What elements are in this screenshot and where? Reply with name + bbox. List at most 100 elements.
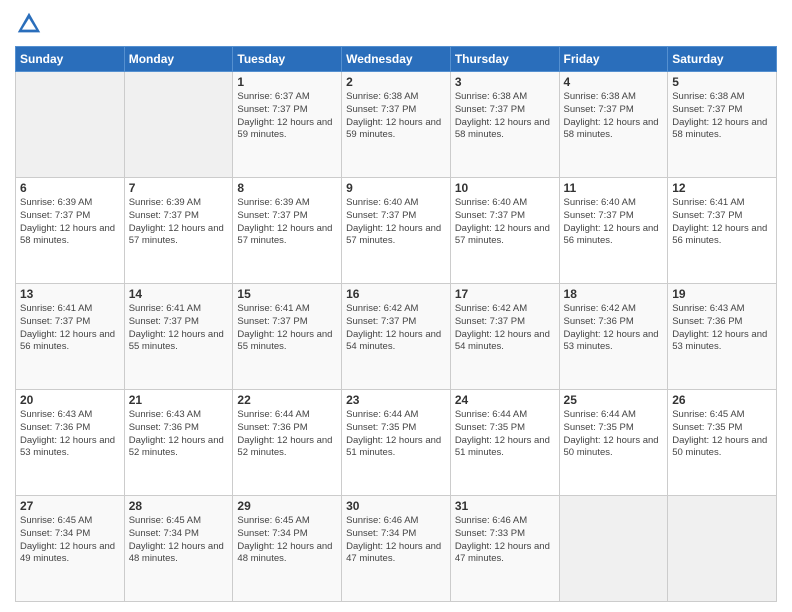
calendar-cell: 21 Sunrise: 6:43 AM Sunset: 7:36 PM Dayli… (124, 390, 233, 496)
day-number: 30 (346, 499, 446, 513)
calendar-cell: 25Sunrise: 6:44 AM Sunset: 7:35 PM Dayli… (559, 390, 668, 496)
calendar-cell: 3Sunrise: 6:38 AM Sunset: 7:37 PM Daylig… (450, 72, 559, 178)
day-info: Sunrise: 6:38 AM Sunset: 7:37 PM Dayligh… (672, 91, 772, 142)
calendar-header: SundayMondayTuesdayWednesdayThursdayFrid… (16, 47, 777, 72)
day-number: 19 (672, 287, 772, 301)
day-info: Sunrise: 6:45 AM Sunset: 7:34 PM Dayligh… (237, 515, 337, 566)
day-info: Sunrise: 6:41 AM Sunset: 7:37 PM Dayligh… (129, 303, 229, 354)
day-number: 13 (20, 287, 120, 301)
day-info: Sunrise: 6:44 AM Sunset: 7:35 PM Dayligh… (455, 409, 555, 460)
day-info: Sunrise: 6:41 AM Sunset: 7:37 PM Dayligh… (672, 197, 772, 248)
calendar-cell: 7Sunrise: 6:39 AM Sunset: 7:37 PM Daylig… (124, 178, 233, 284)
day-number: 29 (237, 499, 337, 513)
calendar-body: 1 Sunrise: 6:37 AM Sunset: 7:37 PM Daylig… (16, 72, 777, 602)
day-info: Sunrise: 6:43 AM Sunset: 7:36 PM Dayligh… (129, 409, 229, 460)
calendar-week-4: 20 Sunrise: 6:43 AM Sunset: 7:36 PM Dayli… (16, 390, 777, 496)
calendar-week-1: 1 Sunrise: 6:37 AM Sunset: 7:37 PM Daylig… (16, 72, 777, 178)
calendar-cell: 22Sunrise: 6:44 AM Sunset: 7:36 PM Dayli… (233, 390, 342, 496)
day-number: 31 (455, 499, 555, 513)
weekday-header-wednesday: Wednesday (342, 47, 451, 72)
calendar-cell: 2 Sunrise: 6:38 AM Sunset: 7:37 PM Daylig… (342, 72, 451, 178)
day-number: 18 (564, 287, 664, 301)
calendar-cell: 23 Sunrise: 6:44 AM Sunset: 7:35 PM Dayli… (342, 390, 451, 496)
day-number: 11 (564, 181, 664, 195)
day-number: 17 (455, 287, 555, 301)
day-info: Sunrise: 6:41 AM Sunset: 7:37 PM Dayligh… (20, 303, 120, 354)
day-number: 23 (346, 393, 446, 407)
day-info: Sunrise: 6:45 AM Sunset: 7:35 PM Dayligh… (672, 409, 772, 460)
day-info: Sunrise: 6:44 AM Sunset: 7:35 PM Dayligh… (346, 409, 446, 460)
calendar-cell: 13 Sunrise: 6:41 AM Sunset: 7:37 PM Dayli… (16, 284, 125, 390)
day-number: 10 (455, 181, 555, 195)
weekday-header-saturday: Saturday (668, 47, 777, 72)
day-info: Sunrise: 6:41 AM Sunset: 7:37 PM Dayligh… (237, 303, 337, 354)
day-number: 4 (564, 75, 664, 89)
calendar-cell: 9Sunrise: 6:40 AM Sunset: 7:37 PM Daylig… (342, 178, 451, 284)
day-info: Sunrise: 6:40 AM Sunset: 7:37 PM Dayligh… (455, 197, 555, 248)
calendar-cell: 1 Sunrise: 6:37 AM Sunset: 7:37 PM Daylig… (233, 72, 342, 178)
day-number: 15 (237, 287, 337, 301)
day-number: 28 (129, 499, 229, 513)
day-number: 7 (129, 181, 229, 195)
weekday-header-thursday: Thursday (450, 47, 559, 72)
calendar-cell: 20 Sunrise: 6:43 AM Sunset: 7:36 PM Dayli… (16, 390, 125, 496)
day-info: Sunrise: 6:46 AM Sunset: 7:34 PM Dayligh… (346, 515, 446, 566)
day-number: 14 (129, 287, 229, 301)
calendar-cell: 4Sunrise: 6:38 AM Sunset: 7:37 PM Daylig… (559, 72, 668, 178)
calendar-cell: 28 Sunrise: 6:45 AM Sunset: 7:34 PM Dayli… (124, 496, 233, 602)
calendar-week-5: 27 Sunrise: 6:45 AM Sunset: 7:34 PM Dayli… (16, 496, 777, 602)
day-number: 16 (346, 287, 446, 301)
calendar-cell (668, 496, 777, 602)
weekday-header-sunday: Sunday (16, 47, 125, 72)
calendar-cell: 16 Sunrise: 6:42 AM Sunset: 7:37 PM Dayli… (342, 284, 451, 390)
day-number: 20 (20, 393, 120, 407)
day-number: 2 (346, 75, 446, 89)
day-info: Sunrise: 6:43 AM Sunset: 7:36 PM Dayligh… (672, 303, 772, 354)
weekday-header-tuesday: Tuesday (233, 47, 342, 72)
day-number: 27 (20, 499, 120, 513)
day-number: 6 (20, 181, 120, 195)
day-info: Sunrise: 6:46 AM Sunset: 7:33 PM Dayligh… (455, 515, 555, 566)
calendar-cell: 26Sunrise: 6:45 AM Sunset: 7:35 PM Dayli… (668, 390, 777, 496)
day-info: Sunrise: 6:42 AM Sunset: 7:36 PM Dayligh… (564, 303, 664, 354)
calendar-cell: 17Sunrise: 6:42 AM Sunset: 7:37 PM Dayli… (450, 284, 559, 390)
calendar-table: SundayMondayTuesdayWednesdayThursdayFrid… (15, 46, 777, 602)
weekday-header-monday: Monday (124, 47, 233, 72)
header (15, 10, 777, 38)
calendar-cell: 24 Sunrise: 6:44 AM Sunset: 7:35 PM Dayli… (450, 390, 559, 496)
calendar-cell: 12Sunrise: 6:41 AM Sunset: 7:37 PM Dayli… (668, 178, 777, 284)
day-info: Sunrise: 6:39 AM Sunset: 7:37 PM Dayligh… (237, 197, 337, 248)
day-number: 5 (672, 75, 772, 89)
day-info: Sunrise: 6:42 AM Sunset: 7:37 PM Dayligh… (346, 303, 446, 354)
day-number: 3 (455, 75, 555, 89)
calendar-cell (559, 496, 668, 602)
day-info: Sunrise: 6:37 AM Sunset: 7:37 PM Dayligh… (237, 91, 337, 142)
weekday-header-friday: Friday (559, 47, 668, 72)
day-number: 21 (129, 393, 229, 407)
day-info: Sunrise: 6:40 AM Sunset: 7:37 PM Dayligh… (564, 197, 664, 248)
calendar-cell: 27Sunrise: 6:45 AM Sunset: 7:34 PM Dayli… (16, 496, 125, 602)
page: SundayMondayTuesdayWednesdayThursdayFrid… (0, 0, 792, 612)
day-number: 9 (346, 181, 446, 195)
calendar-cell: 5 Sunrise: 6:38 AM Sunset: 7:37 PM Daylig… (668, 72, 777, 178)
day-info: Sunrise: 6:44 AM Sunset: 7:35 PM Dayligh… (564, 409, 664, 460)
day-info: Sunrise: 6:43 AM Sunset: 7:36 PM Dayligh… (20, 409, 120, 460)
day-info: Sunrise: 6:45 AM Sunset: 7:34 PM Dayligh… (129, 515, 229, 566)
calendar-cell: 14 Sunrise: 6:41 AM Sunset: 7:37 PM Dayli… (124, 284, 233, 390)
day-info: Sunrise: 6:39 AM Sunset: 7:37 PM Dayligh… (20, 197, 120, 248)
day-number: 8 (237, 181, 337, 195)
calendar-week-2: 6 Sunrise: 6:39 AM Sunset: 7:37 PM Daylig… (16, 178, 777, 284)
calendar-cell: 29 Sunrise: 6:45 AM Sunset: 7:34 PM Dayli… (233, 496, 342, 602)
calendar-cell: 15 Sunrise: 6:41 AM Sunset: 7:37 PM Dayli… (233, 284, 342, 390)
day-number: 24 (455, 393, 555, 407)
weekday-header-row: SundayMondayTuesdayWednesdayThursdayFrid… (16, 47, 777, 72)
day-info: Sunrise: 6:38 AM Sunset: 7:37 PM Dayligh… (346, 91, 446, 142)
day-number: 1 (237, 75, 337, 89)
calendar-cell: 11 Sunrise: 6:40 AM Sunset: 7:37 PM Dayli… (559, 178, 668, 284)
calendar-cell: 10 Sunrise: 6:40 AM Sunset: 7:37 PM Dayli… (450, 178, 559, 284)
calendar-week-3: 13 Sunrise: 6:41 AM Sunset: 7:37 PM Dayli… (16, 284, 777, 390)
calendar-cell: 8 Sunrise: 6:39 AM Sunset: 7:37 PM Daylig… (233, 178, 342, 284)
calendar-cell: 6 Sunrise: 6:39 AM Sunset: 7:37 PM Daylig… (16, 178, 125, 284)
logo-icon (15, 10, 43, 38)
calendar-cell (16, 72, 125, 178)
